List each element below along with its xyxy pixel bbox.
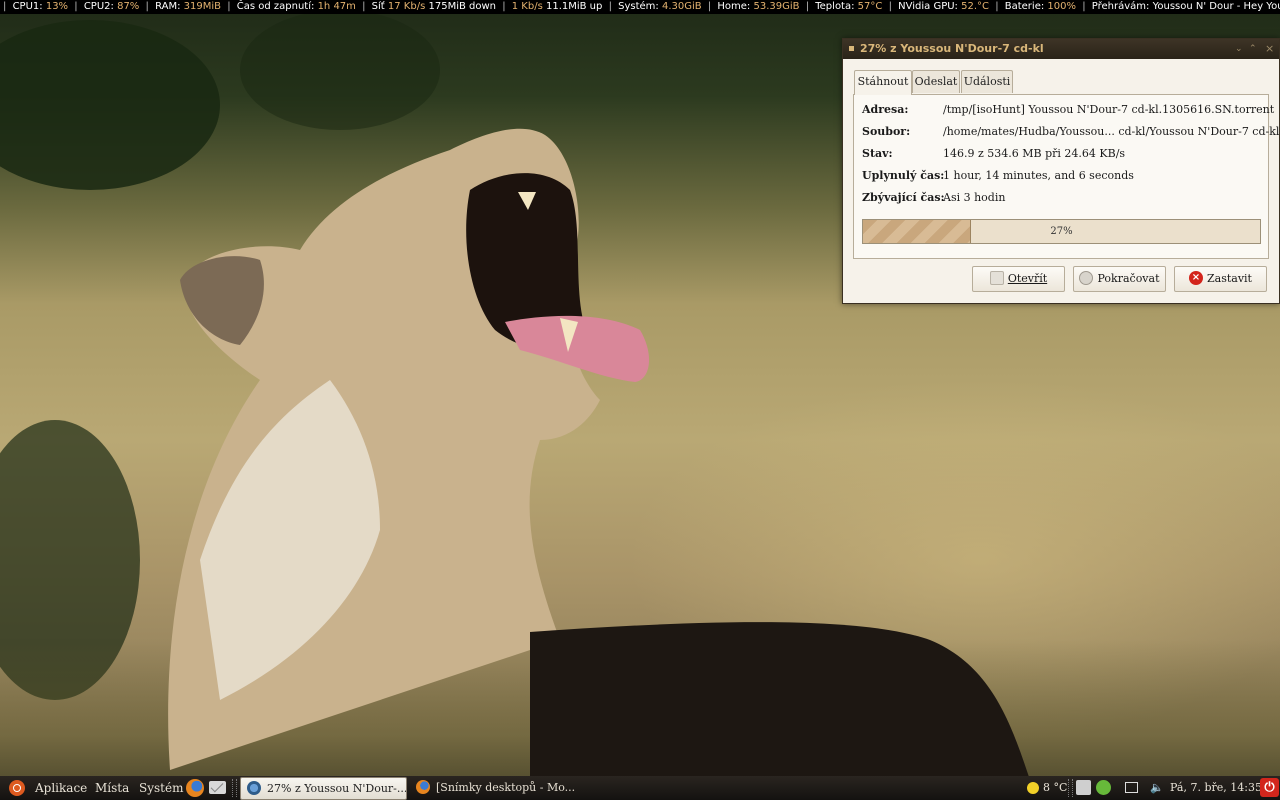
resume-icon (1079, 271, 1094, 285)
tab-events[interactable]: Události (961, 70, 1013, 93)
open-button-label: Otevřít (1007, 272, 1048, 285)
cpu2-value: 87% (117, 1, 140, 12)
clock[interactable]: Pá, 7. bře, 14:35 (1170, 776, 1262, 800)
volume-icon[interactable]: 🔈 (1150, 776, 1164, 800)
resume-button[interactable]: Pokračovat (1073, 266, 1166, 292)
detail-row-remaining: Zbývající čas:Asi 3 hodin (862, 188, 1005, 208)
uptime-label: Čas od zapnutí: (236, 1, 315, 12)
cpu1-label: CPU1: (12, 1, 43, 12)
elapsed-label: Uplynulý čas: (862, 169, 945, 182)
gpu-label: NVidia GPU: (898, 1, 958, 12)
net-label: Síť (371, 1, 385, 12)
separator: | (502, 1, 506, 12)
window-list-icon[interactable] (1125, 782, 1138, 793)
ram-value: 319MiB (183, 1, 221, 12)
ram-label: RAM: (155, 1, 181, 12)
separator: | (995, 1, 999, 12)
separator: | (805, 1, 810, 12)
download-progress-bar: 27% (862, 219, 1261, 244)
cpu2-label: CPU2: (83, 1, 114, 12)
remaining-value: Asi 3 hodin (943, 191, 1006, 204)
applications-menu[interactable]: Aplikace (35, 776, 87, 800)
torrent-icon (247, 781, 261, 795)
network-icon[interactable] (1096, 780, 1111, 795)
taskbar-item-label: 27% z Youssou N'Dour-... (267, 782, 407, 795)
download-details-panel: Adresa: /tmp/[isoHunt] Youssou N'Dour-7 c… (853, 94, 1279, 259)
bottom-panel: Aplikace Místa Systém 27% z Youssou N'Do… (0, 776, 1280, 800)
panel-grip[interactable] (1068, 779, 1073, 797)
places-menu[interactable]: Místa (95, 776, 129, 800)
battery-label: Baterie: (1004, 1, 1045, 12)
separator: | (707, 1, 712, 12)
address-value: /tmp/[isoHunt] Youssou N'Dour-7 cd-kl.13… (943, 103, 1275, 116)
firefox-icon[interactable] (186, 779, 204, 797)
minimize-icon[interactable]: ⌄ (1235, 39, 1243, 59)
progress-text: 27% (1050, 226, 1073, 237)
separator: | (227, 1, 231, 12)
maximize-icon[interactable]: ⌃ (1249, 39, 1257, 59)
file-label: Soubor: (862, 125, 911, 138)
mail-icon[interactable] (209, 781, 226, 794)
detail-row-elapsed: Uplynulý čas:1 hour, 14 minutes, and 6 s… (862, 166, 1134, 186)
detail-row-address: Adresa: /tmp/[isoHunt] Youssou N'Dour-7 c… (862, 100, 1274, 120)
firefox-icon (416, 780, 430, 794)
taskbar-item-firefox[interactable]: [Snímky desktopů - Mo... (410, 777, 575, 798)
cpu1-value: 13% (45, 1, 69, 12)
now-playing-value: Youssou N' Dour - Hey You | (1152, 1, 1280, 12)
separator: | (362, 1, 366, 12)
address-label: Adresa: (862, 103, 909, 116)
temperature-label: Teplota: (815, 1, 855, 12)
torrent-download-window: 27% z Youssou N'Dour-7 cd-kl ⌄ ⌃ × Stáhn… (842, 38, 1280, 304)
weather-temperature[interactable]: 8 °C (1043, 776, 1067, 800)
window-title: 27% z Youssou N'Dour-7 cd-kl (860, 42, 1044, 55)
detail-row-file: Soubor: /home/mates/Hudba/Youssou... cd-k… (862, 122, 1279, 142)
separator: | (608, 1, 612, 12)
document-open-icon (989, 271, 1004, 285)
gpu-value: 52.°C (961, 1, 989, 12)
file-value: /home/mates/Hudba/Youssou... cd-kl/Youss… (943, 125, 1280, 138)
net-up-total: 11.1MiB up (545, 1, 603, 12)
now-playing-label: Přehrávám: (1091, 1, 1150, 12)
home-disk-value: 53.39GiB (753, 1, 800, 12)
detail-row-status: Stav: 146.9 z 534.6 MB při 24.64 KB/s (862, 144, 1125, 164)
stop-button-label: Zastavit (1207, 272, 1252, 285)
sun-icon[interactable] (1027, 782, 1039, 794)
net-up-rate: 1 Kb/s (511, 1, 543, 12)
battery-value: 100% (1047, 1, 1077, 12)
battery-icon[interactable] (1076, 780, 1091, 795)
separator: | (145, 1, 149, 12)
tab-download[interactable]: Stáhnout (854, 70, 912, 95)
net-down-total: 175MiB down (428, 1, 496, 12)
system-disk-value: 4.30GiB (661, 1, 702, 12)
net-down-rate: 17 Kb/s (387, 1, 426, 12)
status-label: Stav: (862, 147, 893, 160)
close-icon[interactable]: × (1265, 39, 1274, 59)
status-value: 146.9 z 534.6 MB při 24.64 KB/s (943, 147, 1126, 160)
separator: | (1082, 1, 1086, 12)
taskbar-item-label: [Snímky desktopů - Mo... (436, 781, 575, 794)
window-titlebar[interactable]: 27% z Youssou N'Dour-7 cd-kl ⌄ ⌃ × (843, 39, 1279, 59)
temperature-value: 57°C (857, 1, 883, 12)
ubuntu-logo-icon[interactable] (9, 780, 25, 796)
separator: | (3, 1, 7, 12)
elapsed-value: 1 hour, 14 minutes, and 6 seconds (943, 169, 1134, 182)
stop-icon: × (1189, 271, 1203, 285)
open-button[interactable]: Otevřít (972, 266, 1065, 292)
remaining-label: Zbývající čas: (862, 191, 945, 204)
window-menu-icon[interactable] (849, 46, 854, 51)
taskbar-item-torrent[interactable]: 27% z Youssou N'Dour-... (240, 777, 407, 800)
stop-button[interactable]: × Zastavit (1174, 266, 1267, 292)
separator: | (888, 1, 892, 12)
system-disk-label: Systém: (618, 1, 659, 12)
system-menu[interactable]: Systém (139, 776, 183, 800)
panel-grip[interactable] (232, 779, 237, 797)
separator: | (74, 1, 78, 12)
system-monitor-bar: | CPU1: 13% | CPU2: 87% | RAM: 319MiB | … (0, 0, 1280, 14)
resume-button-label: Pokračovat (1097, 272, 1160, 285)
uptime-value: 1h 47m (317, 1, 356, 12)
home-disk-label: Home: (717, 1, 751, 12)
power-icon[interactable]: ⏻ (1260, 778, 1279, 797)
tab-upload[interactable]: Odeslat (912, 70, 960, 93)
